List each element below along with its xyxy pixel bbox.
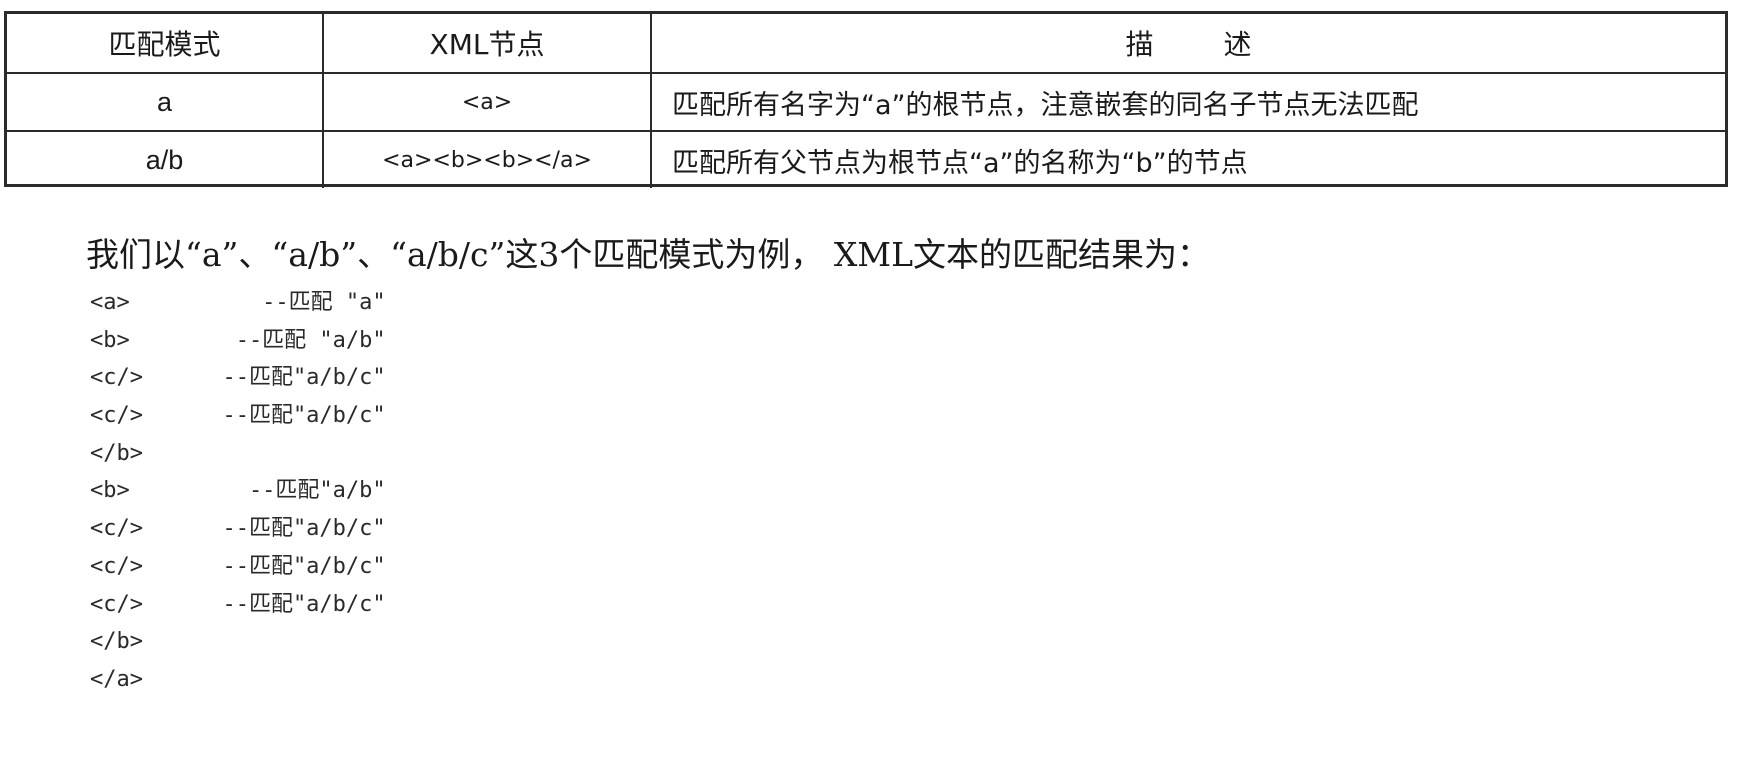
code-line: <c/> --匹配"a/b/c" xyxy=(90,591,386,617)
code-line: </b> xyxy=(90,629,143,655)
pattern-table: 匹配模式 XML节点 描述 a <a> 匹配所有名字为“a”的根节点，注意嵌套的… xyxy=(4,11,1728,188)
row-description: 匹配所有名字为“a”的根节点，注意嵌套的同名子节点无法匹配 xyxy=(650,72,1725,132)
row-pattern: a/b xyxy=(7,130,324,188)
row-node: <a><b><b></a> xyxy=(322,130,652,188)
code-line: <b> --匹配 "a/b" xyxy=(90,327,386,353)
code-line: <b> --匹配"a/b" xyxy=(90,478,386,504)
code-line: </b> xyxy=(90,440,143,466)
header-node: XML节点 xyxy=(322,14,652,74)
row-node: <a> xyxy=(322,72,652,132)
header-description-char-2: 述 xyxy=(1223,28,1252,61)
table-row: a <a> 匹配所有名字为“a”的根节点，注意嵌套的同名子节点无法匹配 xyxy=(7,72,1725,132)
header-description: 描述 xyxy=(650,14,1725,74)
header-pattern: 匹配模式 xyxy=(7,14,324,74)
code-line: </a> xyxy=(90,666,143,692)
table-header-row: 匹配模式 XML节点 描述 xyxy=(7,14,1725,74)
row-pattern: a xyxy=(7,72,324,132)
pattern-table-grid: 匹配模式 XML节点 描述 a <a> 匹配所有名字为“a”的根节点，注意嵌套的… xyxy=(7,14,1725,188)
code-line: <c/> --匹配"a/b/c" xyxy=(90,403,386,429)
header-description-char-1: 描 xyxy=(1125,28,1154,61)
row-description: 匹配所有父节点为根节点“a”的名称为“b”的节点 xyxy=(650,130,1725,188)
code-line: <a> --匹配 "a" xyxy=(90,290,386,315)
table-row: a/b <a><b><b></a> 匹配所有父节点为根节点“a”的名称为“b”的… xyxy=(7,130,1725,188)
code-line: <c/> --匹配"a/b/c" xyxy=(90,553,386,579)
intro-paragraph: 我们以“a”、“a/b”、“a/b/c”这3个匹配模式为例， XML文本的匹配结… xyxy=(86,235,1211,274)
code-line: <c/> --匹配"a/b/c" xyxy=(90,516,386,542)
code-line: <c/> --匹配"a/b/c" xyxy=(90,365,386,391)
xml-code-listing: <a> --匹配 "a" <b> --匹配 "a/b" <c/> --匹配"a/… xyxy=(90,284,386,699)
